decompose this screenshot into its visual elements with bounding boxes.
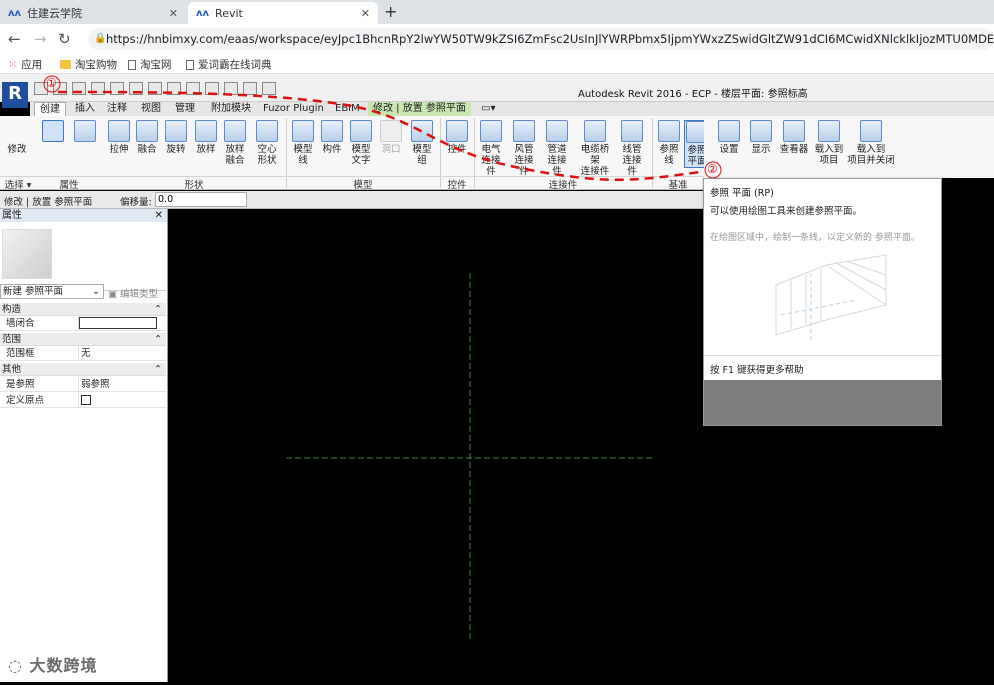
tooltip-hint: 在绘图区域中，绘制一条线，以定义新的 参照平面。 xyxy=(710,233,920,243)
annotation-number-1: ① xyxy=(46,76,57,90)
tooltip-title: 参照 平面 (RP) xyxy=(710,188,774,199)
annotation-dashed-arrow xyxy=(57,90,701,181)
reference-plane-tooltip: 参照 平面 (RP) 可以使用绘图工具来创建参照平面。 在绘图区域中，绘制一条线… xyxy=(703,178,942,426)
watermark-text: 大数跨境 xyxy=(29,656,98,675)
watermark: ◌ 大数跨境 xyxy=(8,656,98,675)
tooltip-description: 可以使用绘图工具来创建参照平面。 xyxy=(710,206,863,217)
tooltip-help: 按 F1 键获得更多帮助 xyxy=(710,365,804,376)
tooltip-footer xyxy=(704,380,941,425)
tooltip-illustration xyxy=(775,254,887,340)
tooltip-divider xyxy=(704,355,941,356)
annotation-number-2: ② xyxy=(707,162,718,176)
